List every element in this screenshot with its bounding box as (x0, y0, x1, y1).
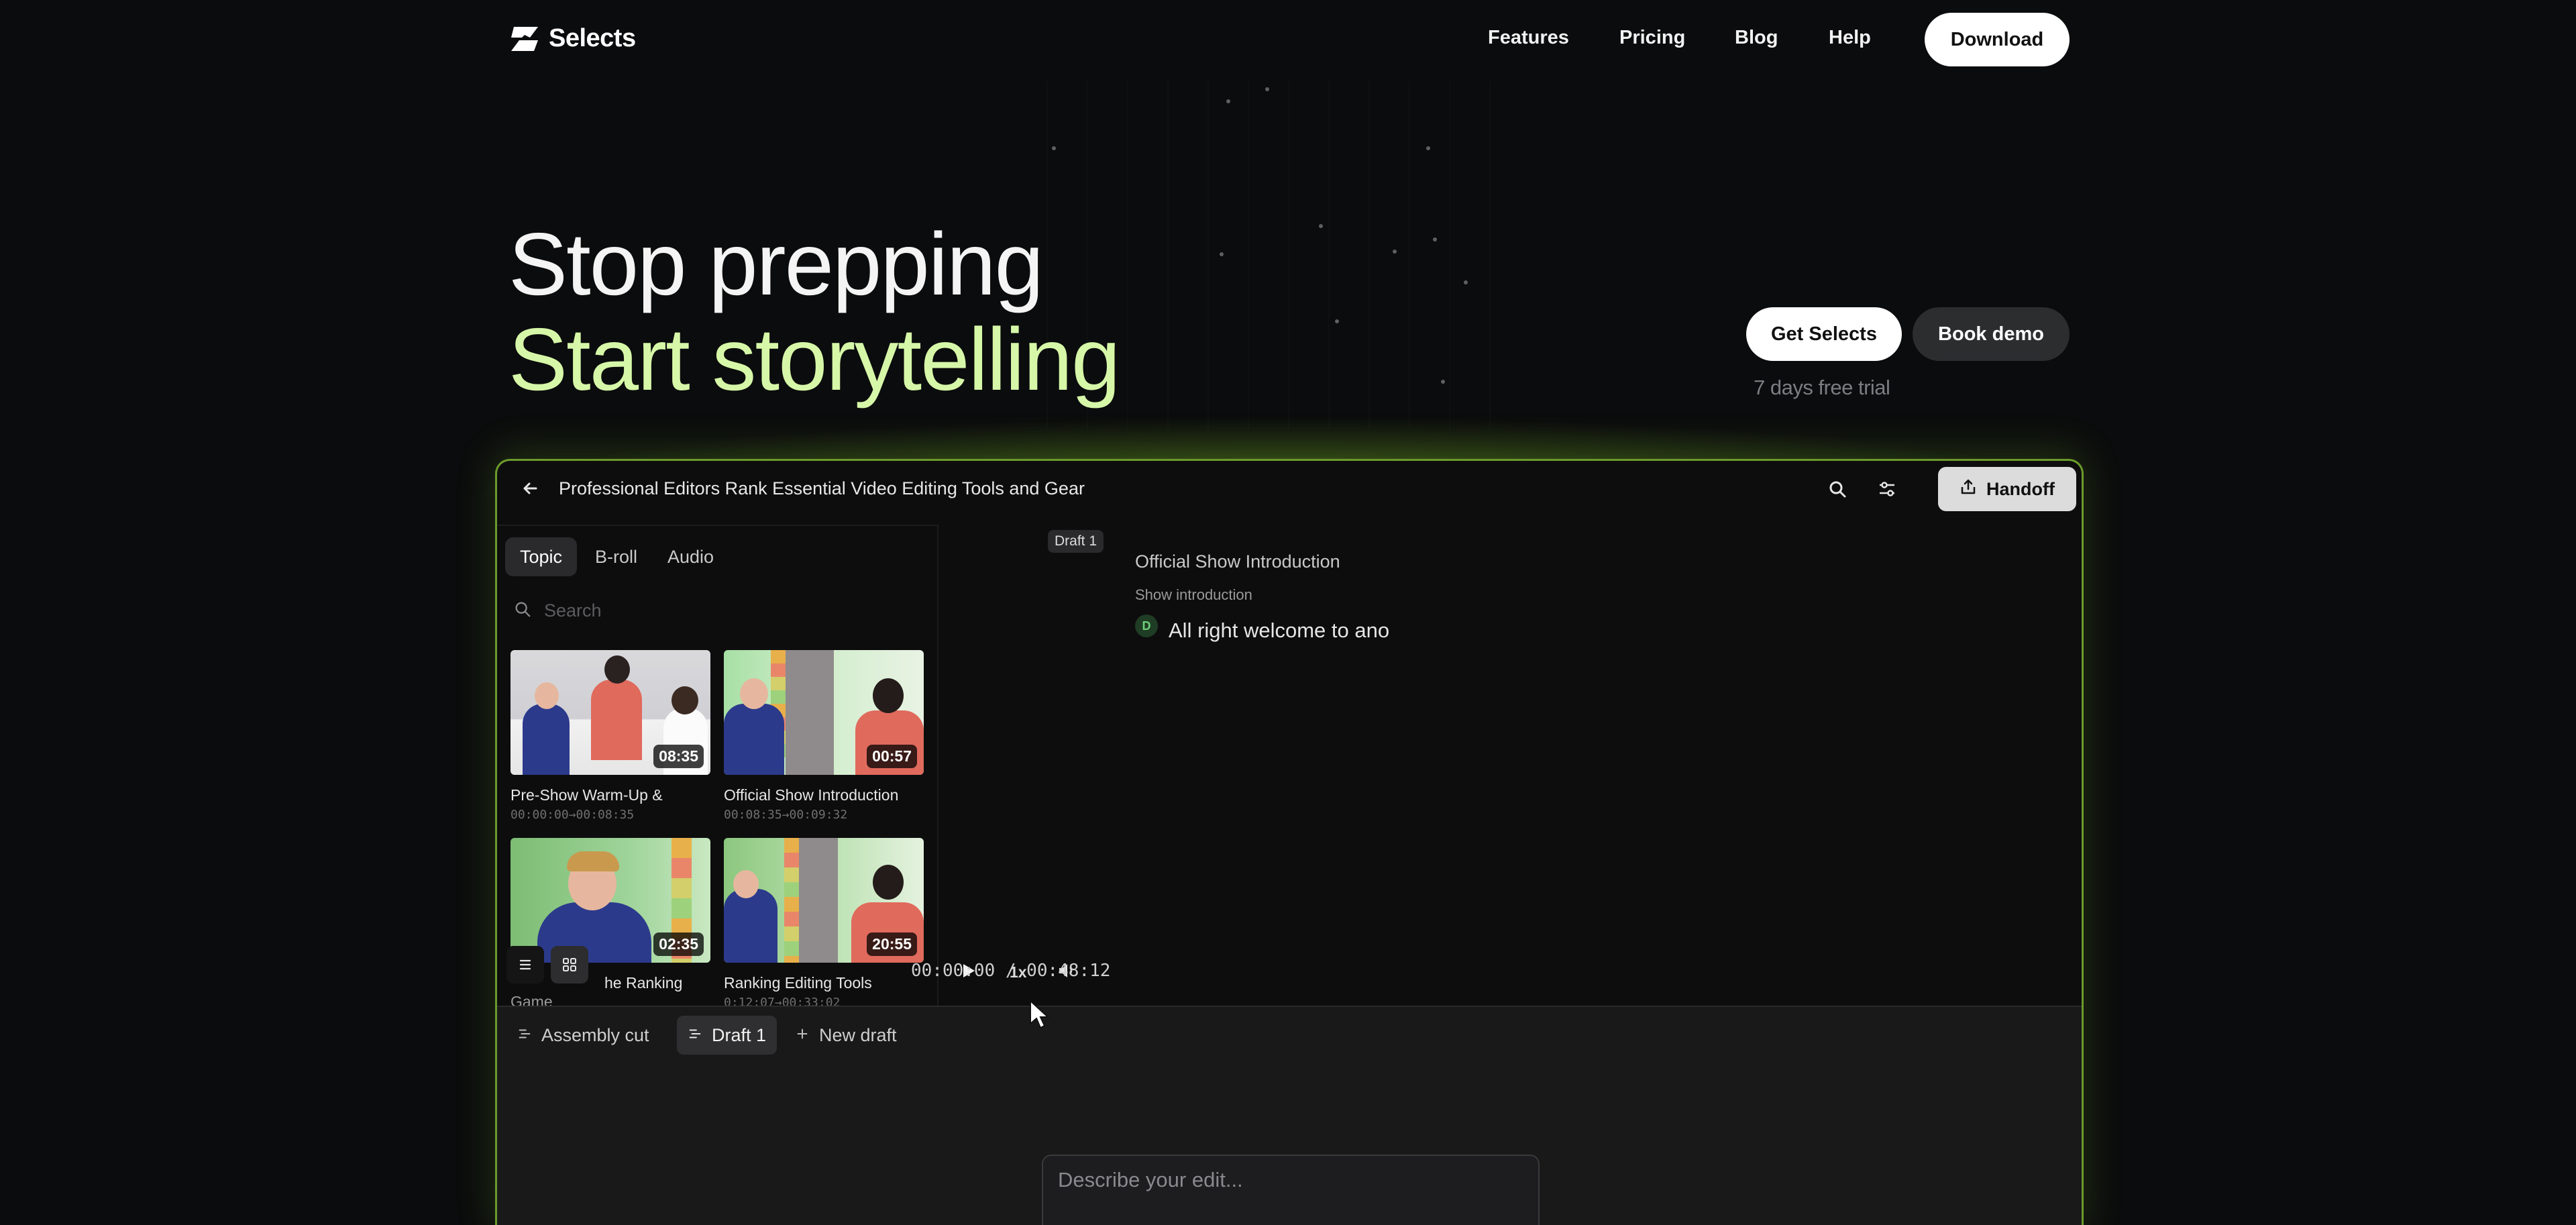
nav-link-pricing[interactable]: Pricing (1619, 27, 1685, 49)
handoff-button[interactable]: Handoff (1938, 467, 2076, 511)
clip-thumbnail[interactable]: 20:55 (724, 838, 924, 963)
project-title: Professional Editors Rank Essential Vide… (559, 478, 1085, 498)
star-decoration (1441, 380, 1445, 384)
nav-link-blog[interactable]: Blog (1735, 27, 1778, 49)
share-upload-icon (1960, 478, 1977, 500)
draft-badge: Draft 1 (1048, 530, 1104, 553)
tab-assembly-cut[interactable]: Assembly cut (506, 1016, 660, 1055)
search-icon (513, 600, 532, 622)
transcript-heading: Official Show Introduction (1135, 551, 1340, 572)
clip-title: Pre-Show Warm-Up & (511, 786, 663, 804)
describe-edit-input[interactable]: Describe your edit... (1042, 1155, 1540, 1225)
nav-link-features[interactable]: Features (1488, 27, 1569, 49)
star-decoration (1220, 252, 1224, 256)
new-draft-label: New draft (819, 1024, 897, 1045)
new-draft-button[interactable]: New draft (784, 1016, 908, 1055)
clip-title: he Ranking (604, 974, 683, 992)
star-decoration (1393, 250, 1397, 254)
tab-draft-1[interactable]: Draft 1 (677, 1016, 777, 1055)
filter-settings-icon[interactable] (1876, 478, 1898, 500)
star-decoration (1464, 280, 1468, 284)
transcript-line[interactable]: All right welcome to ano (1169, 619, 1389, 643)
top-navigation: Selects Features Pricing Blog Help Downl… (0, 0, 2576, 79)
star-decoration (1335, 319, 1339, 323)
free-trial-note: 7 days free trial (1754, 376, 1890, 399)
tab-b-roll[interactable]: B-roll (580, 537, 652, 576)
list-view-button[interactable] (506, 946, 544, 983)
clip-thumbnail[interactable]: 00:57 (724, 650, 924, 775)
star-decoration (1226, 99, 1230, 103)
clip-title: Official Show Introduction (724, 786, 899, 804)
clip-duration: 00:57 (867, 745, 917, 768)
download-button[interactable]: Download (1925, 13, 2070, 66)
timeline-icon (688, 1025, 702, 1046)
handoff-label: Handoff (1986, 478, 2055, 499)
tab-audio[interactable]: Audio (653, 537, 729, 576)
clip-thumbnail[interactable]: 08:35 (511, 650, 710, 775)
clip-timecode: 00:00:00→00:08:35 (511, 808, 635, 822)
clip-search[interactable]: Search (513, 600, 602, 622)
assembly-cut-label: Assembly cut (541, 1024, 649, 1045)
hero-heading-line2: Start storytelling (508, 310, 1120, 409)
get-selects-button[interactable]: Get Selects (1746, 307, 1902, 361)
transcript-subheading: Show introduction (1135, 586, 1252, 603)
book-demo-button[interactable]: Book demo (1913, 307, 2070, 361)
brand-logo[interactable]: Selects (510, 24, 636, 53)
search-icon[interactable] (1827, 478, 1848, 500)
speaker-avatar: D (1135, 615, 1158, 637)
drafts-panel: Assembly cut Draft 1 New draft Describe … (497, 1006, 2082, 1225)
mouse-cursor-icon (1028, 999, 1050, 1030)
brand-name: Selects (549, 24, 636, 52)
clip-timecode: 00:08:35→00:09:32 (724, 808, 848, 822)
view-mode-toggle (506, 946, 588, 983)
search-input[interactable]: Search (544, 600, 602, 621)
hero-heading-line1: Stop prepping (508, 215, 1044, 313)
grid-view-button[interactable] (551, 946, 588, 983)
star-decoration (1319, 224, 1323, 228)
clip-duration: 02:35 (653, 933, 704, 956)
video-player-area[interactable] (940, 525, 2082, 1008)
draft-1-label: Draft 1 (712, 1024, 767, 1045)
back-arrow-icon[interactable] (519, 477, 541, 500)
nav-link-help[interactable]: Help (1829, 27, 1871, 49)
media-library-panel: Topic B-roll Audio Search 08:35 Pre-Show… (497, 525, 938, 1010)
selects-logo-icon (510, 25, 539, 52)
clip-duration: 08:35 (653, 745, 704, 768)
clip-duration: 20:55 (867, 933, 917, 956)
clip-thumbnail[interactable]: 02:35 (511, 838, 710, 963)
tab-topic[interactable]: Topic (505, 537, 578, 576)
clip-title: Ranking Editing Tools (724, 974, 872, 992)
plus-icon (795, 1025, 810, 1046)
star-decoration (1265, 87, 1269, 91)
timeline-icon (517, 1025, 532, 1046)
star-decoration (1426, 146, 1430, 150)
star-decoration (1433, 237, 1437, 242)
playback-timecode: 00:00:00 / 00:48:12 (911, 961, 1111, 981)
star-decoration (1052, 146, 1056, 150)
